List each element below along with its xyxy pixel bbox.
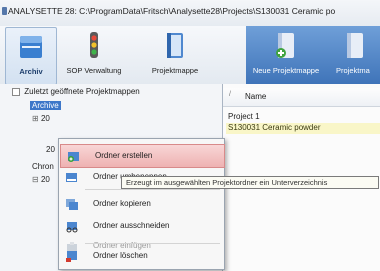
context-menu: Ordner erstellen Ordner umbenennen Ordne…: [58, 138, 225, 270]
tree-item-year[interactable]: 20: [46, 145, 55, 154]
menu-item-label: Ordner löschen: [93, 251, 148, 260]
sop-verwaltung-button[interactable]: SOP Verwaltung: [60, 27, 128, 83]
menu-item-ordner-kopieren[interactable]: Ordner kopieren: [59, 193, 224, 215]
tree-item-archive-label: Archive: [32, 101, 59, 110]
column-header-name-label: Name: [245, 92, 267, 101]
projektmappe-label: Projektmappe: [151, 66, 199, 75]
copy-folder-icon: [66, 199, 78, 210]
tree-item-chron[interactable]: Chron: [32, 162, 54, 171]
collapse-icon[interactable]: [12, 87, 20, 96]
projektmappe-right-label: Projektma: [336, 66, 370, 75]
sort-icon: /: [229, 91, 231, 98]
window-title: ANALYSETTE 28: C:\ProgramData\Fritsch\An…: [8, 6, 336, 16]
projektmappe-button[interactable]: Projektmappe: [140, 27, 210, 83]
list-item[interactable]: S130031 Ceramic powder: [226, 123, 380, 134]
delete-folder-icon: [66, 251, 77, 262]
tree-item-archive[interactable]: Archive: [30, 101, 61, 110]
binder-icon: [167, 33, 183, 58]
neue-projektmappe-label: Neue Projektmappe: [252, 66, 320, 75]
list-item-label: S130031 Ceramic powder: [228, 123, 321, 132]
menu-item-ordner-loeschen[interactable]: Ordner löschen: [59, 245, 224, 267]
traffic-light-icon: [90, 32, 98, 58]
expand-icon[interactable]: ⊟: [32, 175, 41, 184]
app-icon: [2, 7, 7, 15]
new-binder-icon: [276, 33, 294, 58]
menu-item-ordner-erstellen[interactable]: Ordner erstellen: [60, 144, 225, 168]
tree-item-year-label: 20: [40, 114, 50, 123]
tree-header[interactable]: Zuletzt geöffnete Projektmappen: [12, 87, 140, 96]
menu-item-label: Ordner ausschneiden: [93, 221, 170, 230]
sop-verwaltung-label: SOP Verwaltung: [66, 66, 122, 75]
column-header-name[interactable]: / Name: [223, 88, 380, 107]
tree-header-label: Zuletzt geöffnete Projektmappen: [24, 87, 140, 96]
tree-item-chron-label: Chron: [32, 162, 54, 171]
archive-icon: [20, 36, 42, 58]
new-folder-icon: [68, 152, 79, 162]
neue-projektmappe-button[interactable]: Neue Projektmappe: [248, 27, 324, 83]
tree-item-year[interactable]: ⊟ 20: [32, 175, 50, 184]
ribbon-right-group: Neue Projektmappe Projektma: [246, 26, 380, 84]
tooltip: Erzeugt im ausgewählten Projektordner ei…: [121, 176, 379, 189]
tree-item-year[interactable]: ⊞ 20: [32, 114, 50, 123]
list-item-label: Project 1: [228, 112, 260, 121]
tree-item-year-label: 20: [40, 175, 50, 184]
expand-icon[interactable]: ⊞: [32, 114, 41, 123]
menu-separator: [85, 243, 220, 244]
archiv-button[interactable]: Archiv: [5, 27, 57, 85]
title-bar: ANALYSETTE 28: C:\ProgramData\Fritsch\An…: [0, 0, 380, 27]
projektmappe-right-button[interactable]: Projektma: [330, 27, 380, 83]
archiv-label: Archiv: [19, 67, 43, 76]
menu-separator: [85, 189, 220, 190]
menu-item-ordner-ausschneiden[interactable]: Ordner ausschneiden: [59, 215, 224, 237]
cut-folder-icon: [66, 222, 78, 233]
binder-icon: [347, 33, 363, 58]
list-item[interactable]: Project 1: [228, 112, 378, 121]
menu-item-label: Ordner erstellen: [95, 151, 153, 160]
menu-item-label: Ordner kopieren: [93, 199, 151, 208]
tree-item-year-label: 20: [46, 145, 55, 154]
rename-folder-icon: [66, 173, 77, 182]
